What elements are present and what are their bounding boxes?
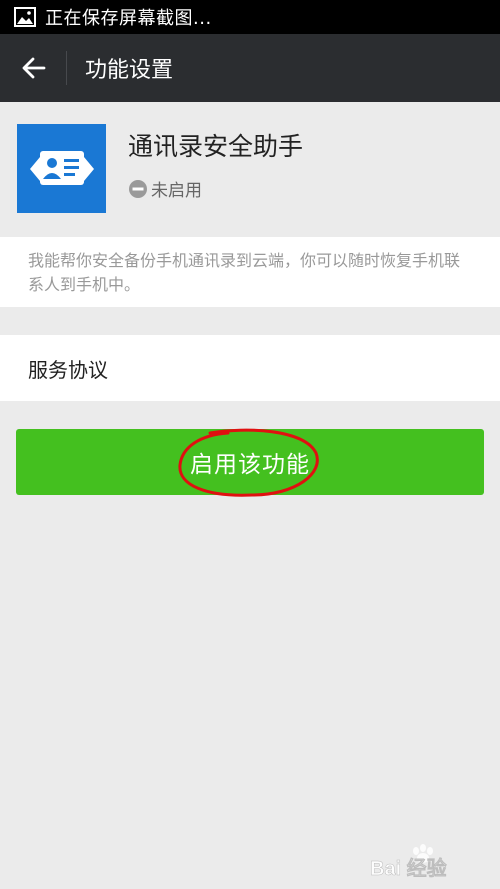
service-agreement-label: 服务协议 <box>28 357 108 382</box>
description-text: 我能帮你安全备份手机通讯录到云端，你可以随时恢复手机联系人到手机中。 <box>28 251 461 294</box>
service-agreement-row[interactable]: 服务协议 <box>0 335 500 401</box>
minus-circle-icon <box>129 179 147 198</box>
description-box: 我能帮你安全备份手机通讯录到云端，你可以随时恢复手机联系人到手机中。 <box>0 237 500 307</box>
enable-feature-label: 启用该功能 <box>190 452 310 478</box>
arrow-left-icon <box>22 57 46 79</box>
status-label: 未启用 <box>151 181 202 201</box>
contacts-sync-icon <box>29 150 94 185</box>
enable-feature-button[interactable]: 启用该功能 <box>16 429 484 495</box>
status-bar: 正在保存屏幕截图... <box>0 0 500 34</box>
title-bar: 功能设置 <box>0 34 500 102</box>
app-status: 未启用 <box>128 176 202 201</box>
status-text: 正在保存屏幕截图... <box>45 8 212 29</box>
title-divider <box>66 51 67 85</box>
back-button[interactable] <box>0 34 66 102</box>
page-title: 功能设置 <box>85 58 174 83</box>
screen: 正在保存屏幕截图... 功能设置 通讯录安全助手 未启用 我能帮你安全备份手机通… <box>0 0 500 889</box>
image-icon <box>14 7 36 27</box>
app-header: 通讯录安全助手 未启用 <box>0 102 500 234</box>
baidu-watermark-logo: Bai 经验 <box>370 844 447 880</box>
app-name: 通讯录安全助手 <box>128 132 304 161</box>
app-icon <box>17 124 106 213</box>
watermark-text: Bai 经验 <box>370 856 447 880</box>
